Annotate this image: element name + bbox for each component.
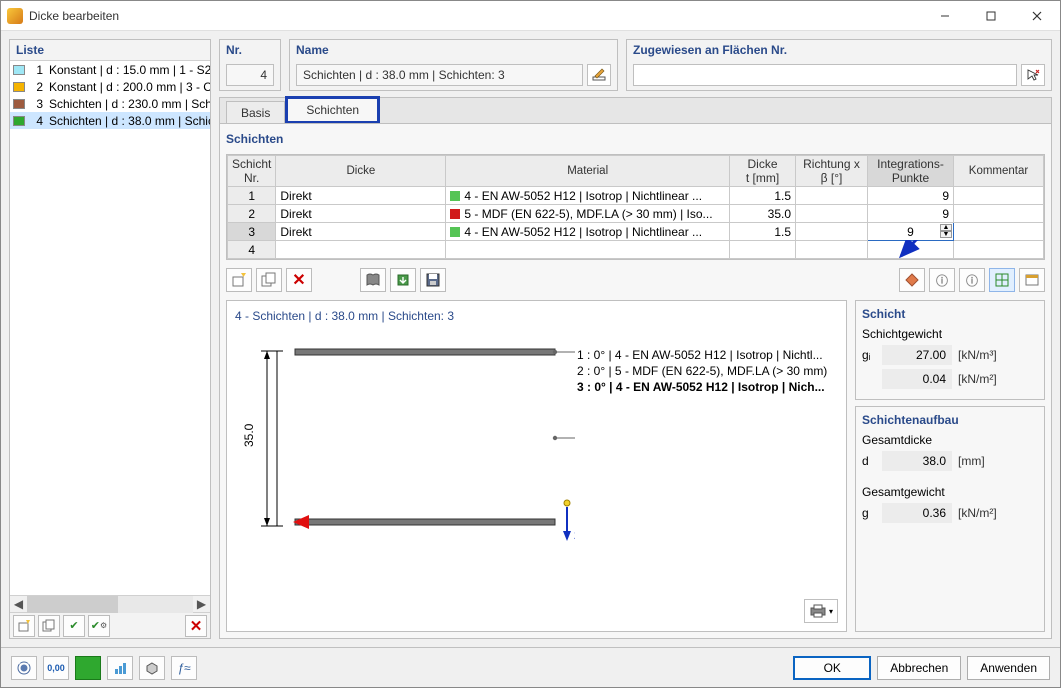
check-green-button[interactable]: ✔ — [63, 615, 85, 637]
layer-diagram: 35.0 z — [235, 331, 575, 551]
section-title-schichten: Schichten — [226, 130, 1045, 148]
col-material[interactable]: Material — [446, 156, 730, 187]
function-button[interactable]: ƒ≈ — [171, 656, 197, 680]
list-item[interactable]: 1 Konstant | d : 15.0 mm | 1 - S235 — [10, 61, 210, 78]
nr-label: Nr. — [220, 40, 280, 60]
copy-item-button[interactable] — [38, 615, 60, 637]
tab-schichten[interactable]: Schichten — [285, 96, 380, 124]
apply-button[interactable]: Anwenden — [967, 656, 1050, 680]
gi-value-2: 0.04 — [882, 369, 952, 389]
spin-up-icon[interactable]: ▲ — [940, 224, 952, 231]
color-swatch — [13, 82, 25, 92]
list-item[interactable]: 4 Schichten | d : 38.0 mm | Schicht — [10, 112, 210, 129]
layers-table[interactable]: Schicht Nr. Dicke Material Dicke t [mm] … — [227, 155, 1044, 259]
maximize-button[interactable] — [968, 1, 1014, 31]
color-swatch — [13, 99, 25, 109]
minimize-button[interactable] — [922, 1, 968, 31]
gesamtdicke-label: Gesamtdicke — [862, 433, 1038, 447]
cancel-button[interactable]: Abbrechen — [877, 656, 961, 680]
intpts-editing-cell[interactable]: 9 ▲▼ — [868, 223, 954, 241]
preview-title: 4 - Schichten | d : 38.0 mm | Schichten:… — [235, 309, 838, 323]
app-icon — [7, 8, 23, 24]
col-richtung[interactable]: Richtung x β [°] — [796, 156, 868, 187]
schichtgewicht-label: Schichtgewicht — [862, 327, 1038, 341]
preview-layer-label: 3 : 0° | 4 - EN AW-5052 H12 | Isotrop | … — [577, 379, 827, 395]
color-button[interactable] — [75, 656, 101, 680]
d-value: 38.0 — [882, 451, 952, 471]
preview-layer-label: 1 : 0° | 4 - EN AW-5052 H12 | Isotrop | … — [577, 347, 827, 363]
table-row[interactable]: 4 — [228, 241, 1044, 259]
pick-surfaces-button[interactable] — [1021, 64, 1045, 86]
delete-item-button[interactable]: ✕ — [185, 615, 207, 637]
close-button[interactable] — [1014, 1, 1060, 31]
delete-layer-button[interactable]: ✕ — [286, 268, 312, 292]
tab-basis[interactable]: Basis — [226, 101, 285, 124]
add-layer-button[interactable] — [226, 268, 252, 292]
copy-layer-button[interactable] — [256, 268, 282, 292]
save-button[interactable] — [420, 268, 446, 292]
gi-value-1: 27.00 — [882, 345, 952, 365]
grid-view-button[interactable] — [989, 268, 1015, 292]
import-button[interactable] — [390, 268, 416, 292]
chart-button[interactable] — [107, 656, 133, 680]
check-config-button[interactable]: ✔⚙ — [88, 615, 110, 637]
table-row[interactable]: 1 Direkt 4 - EN AW-5052 H12 | Isotrop | … — [228, 187, 1044, 205]
rhombus-button[interactable] — [899, 268, 925, 292]
aufbau-title: Schichtenaufbau — [862, 413, 1038, 427]
ok-button[interactable]: OK — [793, 656, 871, 680]
color-swatch — [13, 116, 25, 126]
col-kommentar[interactable]: Kommentar — [954, 156, 1044, 187]
assigned-field[interactable] — [633, 64, 1017, 86]
name-field[interactable]: Schichten | d : 38.0 mm | Schichten: 3 — [296, 64, 583, 86]
info2-button[interactable]: ⓘ — [959, 268, 985, 292]
list-hscrollbar[interactable]: ◀ ▶ — [10, 595, 210, 612]
preview-layer-label: 2 : 0° | 5 - MDF (EN 622-5), MDF.LA (> 3… — [577, 363, 827, 379]
svg-text:35.0: 35.0 — [242, 423, 256, 447]
col-dicke-t[interactable]: Dicke t [mm] — [730, 156, 796, 187]
help-button[interactable] — [11, 656, 37, 680]
col-intpts[interactable]: Integrations- Punkte — [868, 156, 954, 187]
assigned-label: Zugewiesen an Flächen Nr. — [627, 40, 1051, 60]
name-label: Name — [290, 40, 617, 60]
print-button[interactable]: ▾ — [804, 599, 838, 623]
scroll-right-icon[interactable]: ▶ — [193, 596, 210, 613]
scroll-left-icon[interactable]: ◀ — [10, 596, 27, 613]
spin-down-icon[interactable]: ▼ — [940, 231, 952, 238]
list-item[interactable]: 3 Schichten | d : 230.0 mm | Schich — [10, 95, 210, 112]
library-button[interactable] — [360, 268, 386, 292]
nr-field[interactable]: 4 — [226, 64, 274, 86]
edit-name-button[interactable] — [587, 64, 611, 86]
model-button[interactable] — [139, 656, 165, 680]
thickness-list[interactable]: 1 Konstant | d : 15.0 mm | 1 - S235 2 Ko… — [10, 61, 210, 595]
table-row[interactable]: 2 Direkt 5 - MDF (EN 622-5), MDF.LA (> 3… — [228, 205, 1044, 223]
export-button[interactable] — [1019, 268, 1045, 292]
table-row[interactable]: 3 Direkt 4 - EN AW-5052 H12 | Isotrop | … — [228, 223, 1044, 241]
col-dicke[interactable]: Dicke — [276, 156, 446, 187]
new-item-button[interactable] — [13, 615, 35, 637]
info1-button[interactable]: ⓘ — [929, 268, 955, 292]
gesamtgewicht-label: Gesamtgewicht — [862, 485, 1038, 499]
units-button[interactable]: 0,00 — [43, 656, 69, 680]
window-title: Dicke bearbeiten — [29, 9, 922, 23]
col-schicht-nr[interactable]: Schicht Nr. — [228, 156, 276, 187]
color-swatch — [13, 65, 25, 75]
list-panel-title: Liste — [10, 40, 210, 61]
list-item[interactable]: 2 Konstant | d : 200.0 mm | 3 - C30 — [10, 78, 210, 95]
g-value: 0.36 — [882, 503, 952, 523]
schicht-title: Schicht — [862, 307, 1038, 321]
svg-text:z: z — [574, 528, 575, 542]
